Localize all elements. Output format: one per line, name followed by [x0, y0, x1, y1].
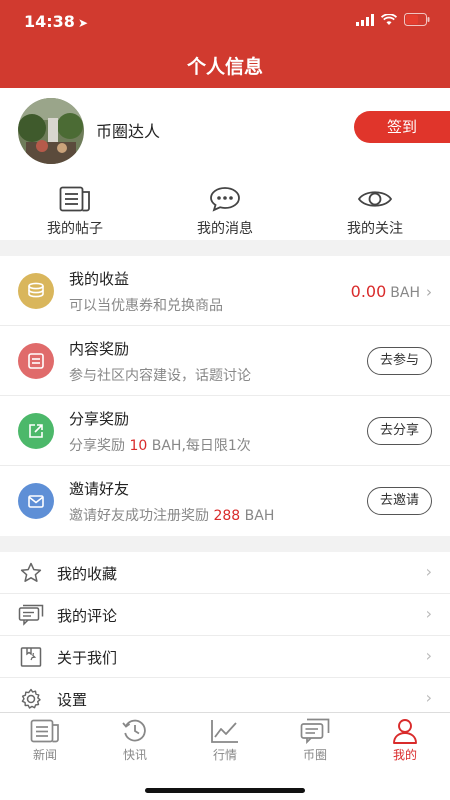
location-arrow-icon: ➤ [77, 16, 88, 30]
eye-icon [357, 191, 393, 207]
menu-item-comments[interactable]: 我的评论 › [0, 594, 450, 636]
quick-link-my-follows[interactable]: 我的关注 [300, 184, 450, 237]
status-bar: 14:38 ➤ [0, 0, 450, 44]
signin-button[interactable]: 签到 [354, 111, 450, 143]
menu-label: 我的收藏 [57, 565, 118, 583]
reward-row-invite: 邀请好友 邀请好友成功注册奖励 288 BAH 去邀请 [0, 466, 450, 536]
news-icon [30, 719, 59, 743]
reward-subtitle-suffix: BAH,每日限1次 [147, 438, 251, 454]
share-icon [18, 413, 54, 449]
tab-label: 行情 [212, 748, 237, 762]
status-icons [356, 13, 430, 26]
reward-row-share: 分享奖励 分享奖励 10 BAH,每日限1次 去分享 [0, 396, 450, 466]
avatar[interactable] [18, 98, 84, 164]
battery-icon [404, 13, 430, 26]
menu-label: 设置 [57, 691, 88, 709]
menu-label: 我的评论 [57, 607, 118, 625]
reward-amount-highlight: 288 [213, 508, 241, 524]
quick-links: 我的帖子 我的消息 我的关注 [0, 184, 450, 237]
tab-label: 我的 [392, 748, 417, 762]
quick-link-label: 我的帖子 [47, 221, 103, 237]
reward-amount-highlight: 10 [129, 438, 148, 454]
tab-flash-news[interactable]: 快讯 [90, 713, 180, 767]
header-bar: 14:38 ➤ 个人信息 [0, 0, 450, 88]
tab-bar: 新闻 快讯 行情 币圈 我的 [0, 712, 450, 800]
reward-title: 内容奖励 [69, 340, 130, 358]
reward-subtitle-suffix: BAH [240, 508, 275, 524]
menu-item-settings[interactable]: 设置 › [0, 678, 450, 712]
tab-label: 新闻 [32, 748, 57, 762]
menu-item-favorites[interactable]: 我的收藏 › [0, 552, 450, 594]
reward-row-content: 内容奖励 参与社区内容建设，话题讨论 去参与 [0, 326, 450, 396]
tab-label: 快讯 [122, 748, 147, 762]
page-title: 个人信息 [186, 56, 263, 78]
reward-title: 分享奖励 [69, 410, 130, 428]
star-icon [18, 561, 44, 585]
earnings-amount[interactable]: 0.00 BAH › [351, 282, 432, 301]
tab-mine[interactable]: 我的 [360, 713, 450, 767]
flash-clock-icon [122, 719, 146, 742]
comment-icon [18, 603, 44, 627]
reward-title: 邀请好友 [69, 480, 130, 498]
share-button[interactable]: 去分享 [366, 417, 432, 445]
tab-news[interactable]: 新闻 [0, 713, 90, 767]
chevron-right-icon: › [425, 604, 432, 623]
gear-icon [18, 687, 44, 711]
reward-subtitle: 可以当优惠券和兑换商品 [69, 298, 223, 314]
chevron-right-icon: › [425, 646, 432, 665]
community-icon [300, 718, 330, 744]
earnings-value: 0.00 [350, 282, 387, 301]
quick-link-label: 我的消息 [197, 221, 253, 237]
about-icon [18, 645, 44, 669]
earnings-unit: BAH [390, 285, 420, 301]
market-chart-icon [211, 720, 238, 743]
coin-stack-icon [18, 273, 54, 309]
tab-community[interactable]: 币圈 [270, 713, 360, 767]
home-indicator [145, 788, 305, 793]
reward-title: 我的收益 [69, 270, 130, 288]
menu-label: 关于我们 [57, 649, 118, 667]
wifi-icon [381, 13, 397, 25]
menu-item-about[interactable]: 关于我们 › [0, 636, 450, 678]
reward-subtitle-prefix: 邀请好友成功注册奖励 [69, 508, 214, 524]
user-icon [393, 719, 417, 744]
participate-button[interactable]: 去参与 [366, 347, 432, 375]
avatar-photo [18, 98, 84, 164]
tab-market[interactable]: 行情 [180, 713, 270, 767]
mail-icon [18, 483, 54, 519]
chevron-right-icon: › [425, 562, 432, 581]
reward-subtitle: 分享奖励 10 BAH,每日限1次 [69, 435, 251, 455]
reward-subtitle: 参与社区内容建设，话题讨论 [69, 368, 251, 384]
username: 币圈达人 [96, 122, 161, 141]
chevron-right-icon: › [426, 283, 432, 301]
quick-link-my-messages[interactable]: 我的消息 [150, 184, 300, 237]
document-icon [18, 343, 54, 379]
posts-icon [59, 186, 90, 212]
status-time-text: 14:38 [24, 12, 75, 31]
tab-label: 币圈 [302, 748, 327, 762]
settings-menu: 我的收藏 › 我的评论 › 关于我们 › 设置 › [0, 552, 450, 712]
invite-button[interactable]: 去邀请 [366, 487, 432, 515]
chevron-right-icon: › [425, 688, 432, 707]
quick-link-label: 我的关注 [347, 221, 403, 237]
quick-link-my-posts[interactable]: 我的帖子 [0, 184, 150, 237]
status-time: 14:38 ➤ [24, 12, 88, 31]
profile-section: 币圈达人 签到 我的帖子 我的消息 我的关注 [0, 88, 450, 240]
rewards-list: 我的收益 可以当优惠券和兑换商品 0.00 BAH › 内容奖励 参与社区内容建设，… [0, 256, 450, 536]
cellular-signal-icon [356, 13, 374, 26]
reward-subtitle: 邀请好友成功注册奖励 288 BAH [69, 505, 274, 525]
reward-row-earnings[interactable]: 我的收益 可以当优惠券和兑换商品 0.00 BAH › [0, 256, 450, 326]
reward-subtitle-prefix: 分享奖励 [69, 438, 130, 454]
chat-bubble-icon [210, 187, 240, 212]
